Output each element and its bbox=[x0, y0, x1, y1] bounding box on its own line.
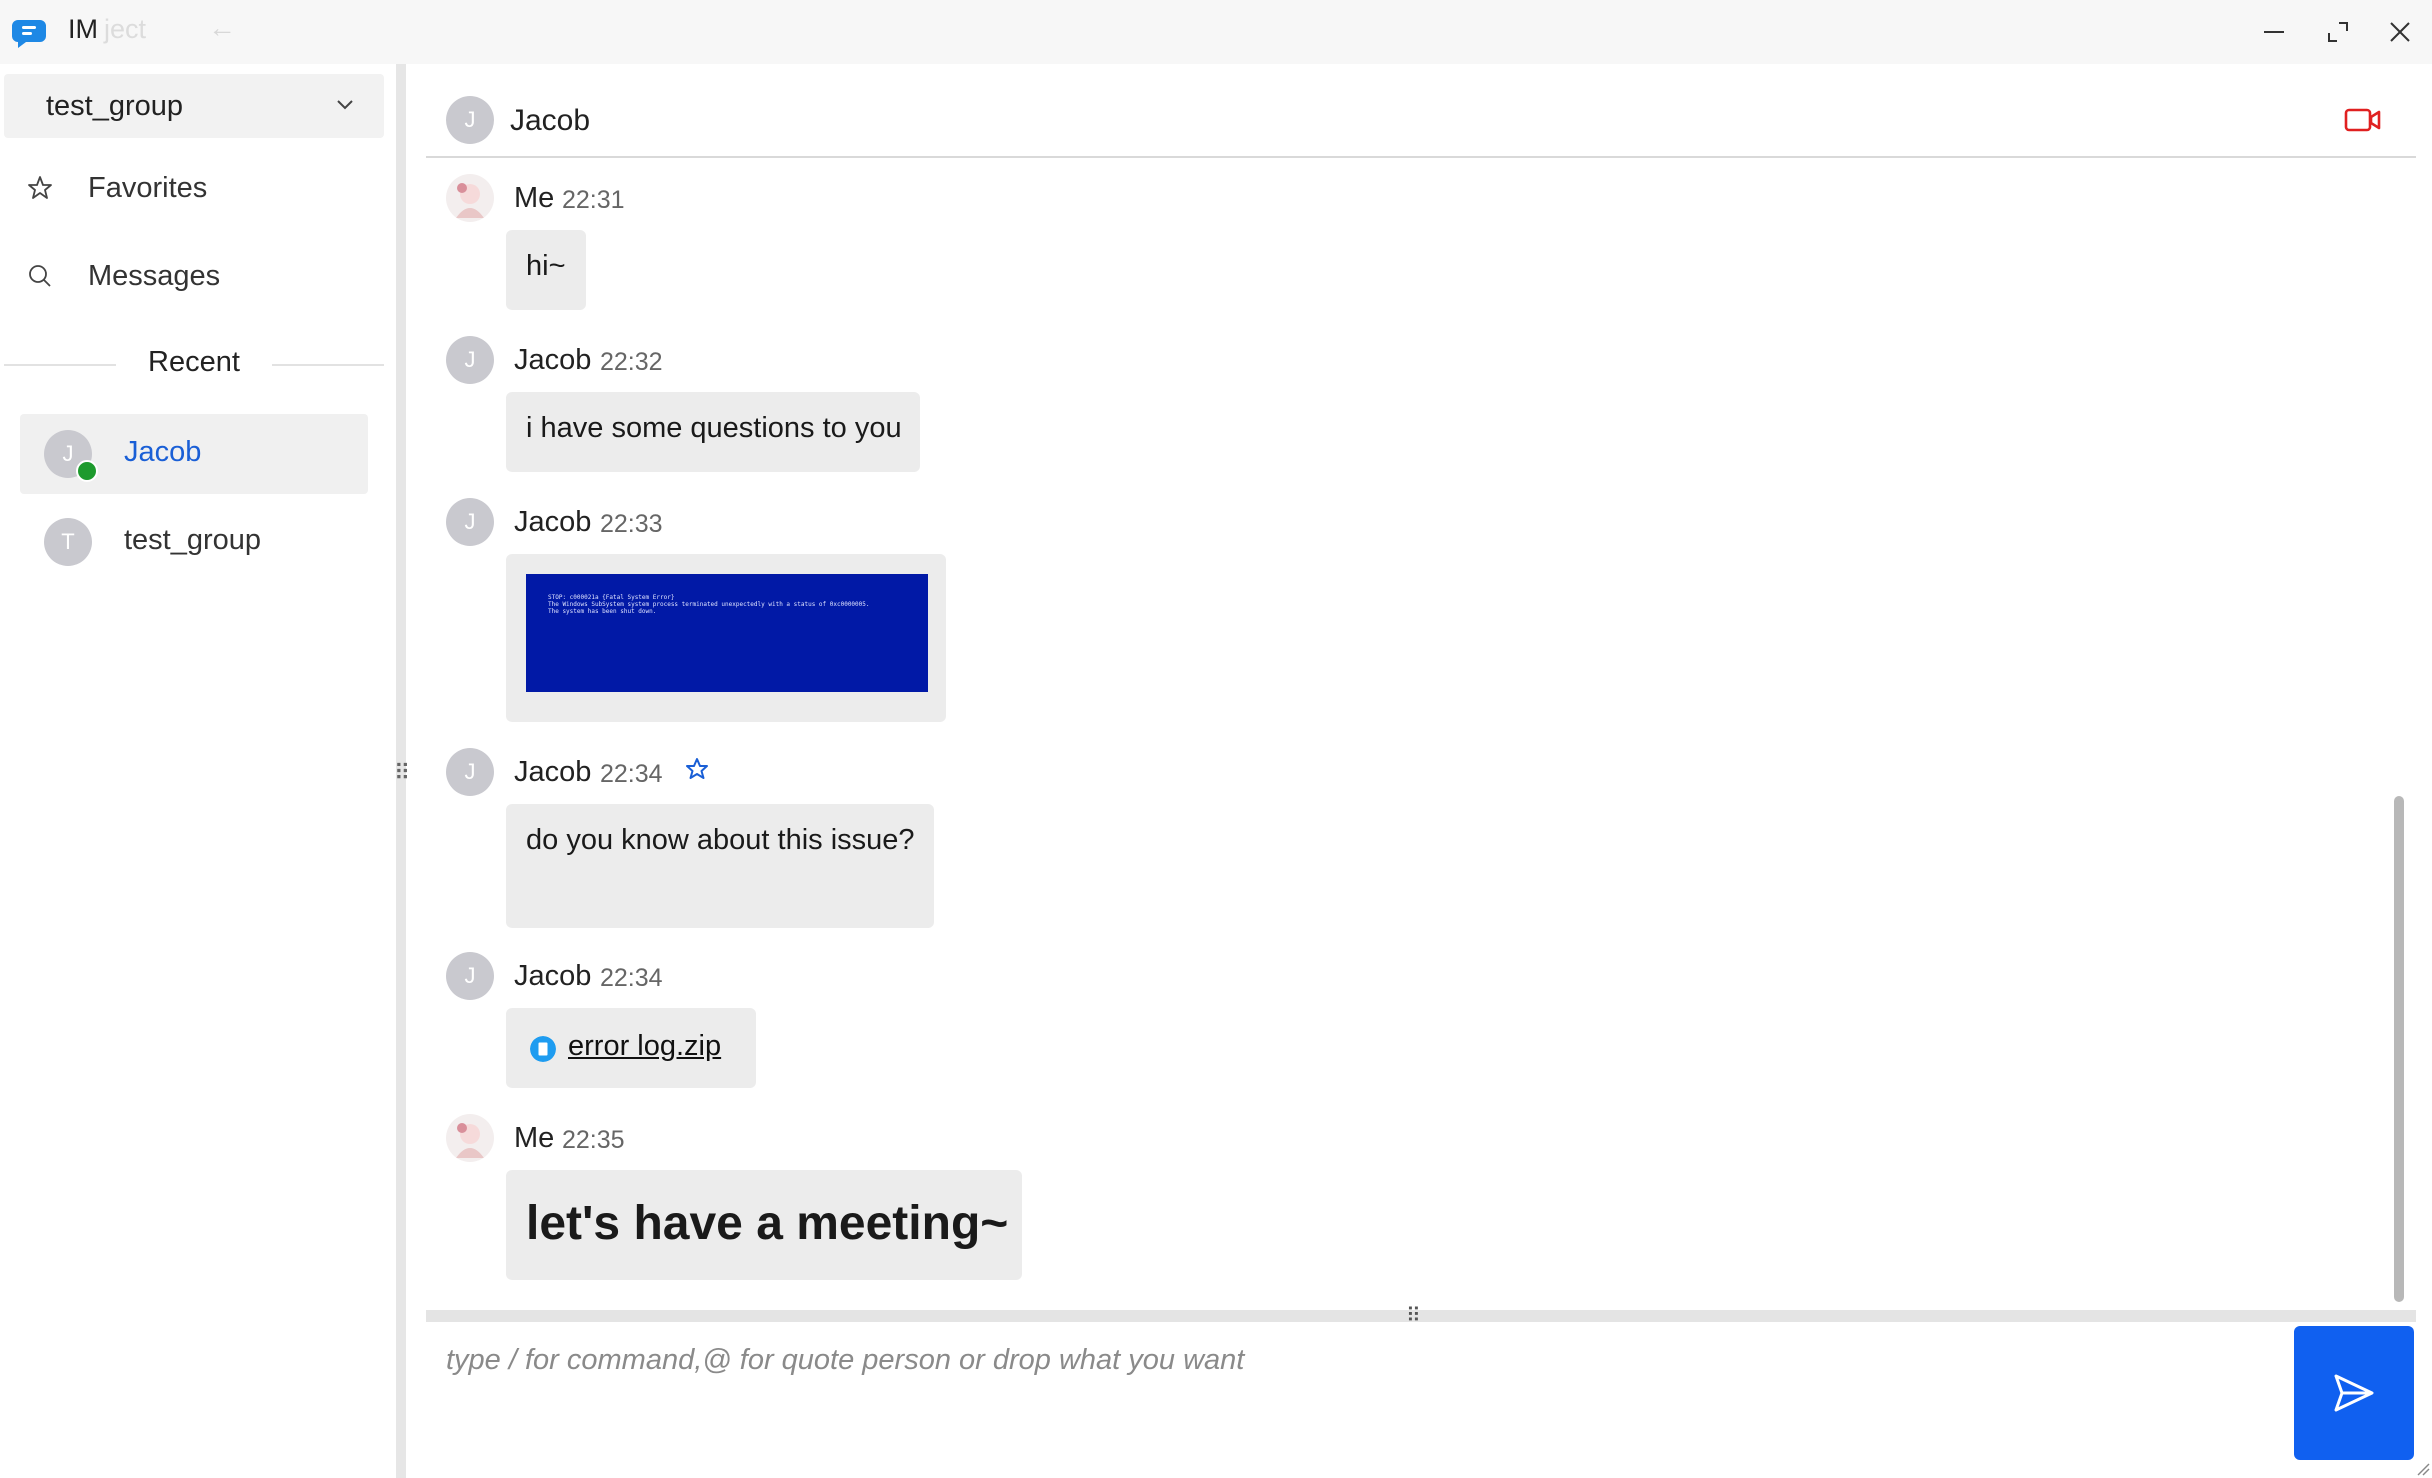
image-text-line: The Windows SubSystem system process ter… bbox=[548, 601, 870, 608]
chat-title: Jacob bbox=[510, 104, 591, 137]
avatar: T bbox=[44, 518, 92, 566]
contact-name: test_group bbox=[124, 524, 262, 556]
chat-app-logo-icon bbox=[12, 20, 46, 48]
recent-label: Recent bbox=[148, 346, 240, 378]
title-bar: IM ject ← bbox=[0, 0, 2432, 64]
message-time: 22:31 bbox=[562, 186, 625, 214]
message-list: Me 22:31 hi~ J Jacob 22:32 i have some q… bbox=[426, 158, 2386, 1308]
message-time: 22:33 bbox=[600, 510, 663, 538]
file-link[interactable]: error log.zip bbox=[568, 1030, 721, 1063]
nav-favorites-label: Favorites bbox=[88, 172, 208, 204]
maximize-icon bbox=[2328, 22, 2348, 42]
avatar bbox=[446, 1114, 494, 1162]
avatar: J bbox=[446, 336, 494, 384]
minimize-button[interactable] bbox=[2250, 8, 2298, 56]
online-status-dot bbox=[76, 460, 98, 482]
search-icon bbox=[29, 265, 51, 287]
app-title-ghost: ject bbox=[104, 14, 147, 44]
chevron-down-icon bbox=[337, 100, 353, 110]
message-time: 22:34 bbox=[600, 760, 663, 788]
recent-section-header: Recent bbox=[4, 344, 384, 384]
message-text: do you know about this issue? bbox=[526, 824, 915, 856]
send-button[interactable] bbox=[2294, 1326, 2414, 1460]
avatar bbox=[446, 174, 494, 222]
message-item: J Jacob 22:33 STOP: c000021a {Fatal Syst… bbox=[426, 492, 2326, 722]
message-item: J Jacob 22:32 i have some questions to y… bbox=[426, 330, 2326, 472]
message-image[interactable]: STOP: c000021a {Fatal System Error} The … bbox=[526, 574, 928, 692]
message-time: 22:34 bbox=[600, 964, 663, 992]
video-call-icon[interactable] bbox=[2344, 104, 2382, 136]
message-bubble[interactable]: hi~ bbox=[506, 230, 586, 310]
avatar: J bbox=[446, 498, 494, 546]
contact-test-group[interactable]: T test_group bbox=[20, 502, 368, 582]
message-item: Me 22:35 let's have a meeting~ bbox=[426, 1108, 2326, 1280]
message-item: J Jacob 22:34 error log.zip bbox=[426, 946, 2326, 1088]
message-sender: Jacob bbox=[514, 960, 592, 992]
star-icon bbox=[28, 176, 52, 199]
minimize-icon bbox=[2264, 31, 2284, 33]
nav-favorites[interactable]: Favorites bbox=[0, 158, 380, 218]
file-icon bbox=[530, 1036, 556, 1062]
message-text: let's have a meeting~ bbox=[526, 1197, 1009, 1250]
message-bubble[interactable]: do you know about this issue? bbox=[506, 804, 934, 928]
resize-grip-icon[interactable] bbox=[2414, 1460, 2430, 1476]
nav-messages-label: Messages bbox=[88, 260, 221, 292]
message-sender: Jacob bbox=[514, 506, 592, 538]
message-bubble[interactable]: let's have a meeting~ bbox=[506, 1170, 1022, 1280]
star-icon[interactable] bbox=[684, 756, 710, 782]
message-bubble[interactable]: i have some questions to you bbox=[506, 392, 920, 472]
divider bbox=[4, 364, 116, 366]
user-avatar-icon bbox=[456, 183, 484, 218]
close-icon bbox=[2390, 22, 2410, 42]
sidebar: test_group Favorites Messages Recent J J… bbox=[0, 64, 396, 1478]
maximize-button[interactable] bbox=[2314, 8, 2362, 56]
drag-handle-icon[interactable]: ⠿ bbox=[394, 760, 410, 786]
message-time: 22:35 bbox=[562, 1126, 625, 1154]
message-sender: Jacob bbox=[514, 756, 592, 788]
divider bbox=[272, 364, 384, 366]
contact-name: Jacob bbox=[124, 436, 202, 468]
send-icon bbox=[2334, 1374, 2374, 1412]
app-title: IM bbox=[68, 14, 98, 44]
chat-header: J Jacob bbox=[426, 64, 2416, 158]
image-text-line: The system has been shut down. bbox=[548, 608, 657, 615]
file-message-bubble[interactable]: error log.zip bbox=[506, 1008, 756, 1088]
message-item: Me 22:31 hi~ bbox=[426, 168, 2326, 310]
message-input[interactable]: type / for command,@ for quote person or… bbox=[426, 1322, 2292, 1478]
message-sender: Jacob bbox=[514, 344, 592, 376]
arrow-left-icon[interactable]: ← bbox=[208, 12, 236, 44]
scrollbar-thumb[interactable] bbox=[2394, 796, 2404, 1302]
composer-resize-divider[interactable] bbox=[426, 1310, 2416, 1322]
image-message-bubble[interactable]: STOP: c000021a {Fatal System Error} The … bbox=[506, 554, 946, 722]
message-sender: Me bbox=[514, 1122, 555, 1154]
avatar: J bbox=[446, 748, 494, 796]
close-button[interactable] bbox=[2376, 8, 2424, 56]
workspace-select[interactable]: test_group bbox=[4, 74, 384, 138]
message-time: 22:32 bbox=[600, 348, 663, 376]
user-avatar-icon bbox=[456, 1123, 484, 1158]
message-item: J Jacob 22:34 do you know about this iss… bbox=[426, 742, 2326, 932]
message-input-placeholder: type / for command,@ for quote person or… bbox=[446, 1344, 1245, 1376]
contact-jacob[interactable]: J Jacob bbox=[20, 414, 368, 494]
avatar: J bbox=[446, 96, 494, 144]
avatar: J bbox=[446, 952, 494, 1000]
nav-messages[interactable]: Messages bbox=[0, 246, 380, 306]
workspace-name: test_group bbox=[46, 90, 184, 122]
image-text-line: STOP: c000021a {Fatal System Error} bbox=[548, 594, 675, 601]
message-sender: Me bbox=[514, 182, 555, 214]
message-text: i have some questions to you bbox=[526, 412, 902, 444]
message-text: hi~ bbox=[526, 250, 566, 282]
